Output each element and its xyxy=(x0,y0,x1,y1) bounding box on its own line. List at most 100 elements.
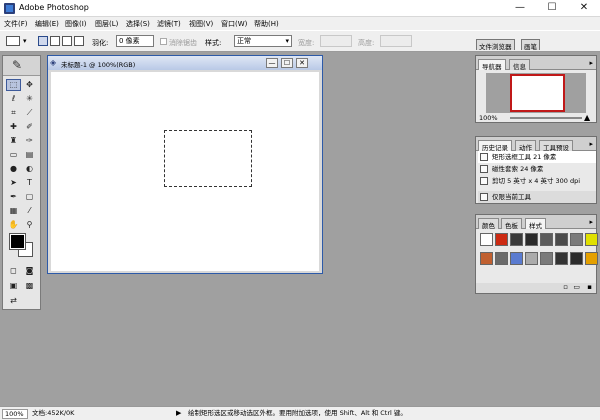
doc-close-button[interactable]: ✕ xyxy=(296,58,308,68)
tab-actions[interactable]: 动作 xyxy=(515,140,536,152)
doc-maximize-button[interactable]: ☐ xyxy=(281,58,293,68)
dodge-tool-icon[interactable]: ◐ xyxy=(22,163,37,175)
tab-color[interactable]: 颜色 xyxy=(478,218,499,230)
style-swatch[interactable] xyxy=(495,252,508,265)
trash-icon[interactable]: ▪ xyxy=(587,283,592,291)
crop-tool-icon[interactable]: ⌗ xyxy=(6,107,21,119)
option-label: 仅限当前工具 xyxy=(492,193,531,201)
tab-info[interactable]: 信息 xyxy=(509,59,530,71)
lasso-tool-icon[interactable]: ℓ xyxy=(6,93,21,105)
list-item[interactable]: 矩形选框工具 21 像素 xyxy=(478,151,596,163)
navigator-zoom[interactable]: 100% xyxy=(479,114,498,122)
tab-swatches[interactable]: 色板 xyxy=(501,218,522,230)
history-brush-icon[interactable]: ✑ xyxy=(22,135,37,147)
new-selection-icon[interactable] xyxy=(38,36,48,46)
tab-tool-presets[interactable]: 工具预设 xyxy=(539,140,573,152)
zoom-tool-icon[interactable]: ⚲ xyxy=(22,219,37,231)
slice-tool-icon[interactable]: ⟋ xyxy=(22,107,37,119)
move-tool-icon[interactable]: ✥ xyxy=(22,79,37,91)
style-swatch[interactable] xyxy=(555,252,568,265)
current-tool-only-option[interactable]: 仅限当前工具 xyxy=(478,191,596,203)
standard-mode-icon[interactable]: ◻ xyxy=(6,265,21,277)
fullscreen-mode-icon[interactable]: ▩ xyxy=(22,280,37,292)
doc-minimize-button[interactable]: — xyxy=(266,58,278,68)
style-swatch[interactable] xyxy=(585,252,598,265)
status-zoom[interactable]: 100% xyxy=(2,409,28,419)
style-swatch[interactable] xyxy=(480,252,493,265)
gradient-tool-icon[interactable]: ▤ xyxy=(22,149,37,161)
eraser-tool-icon[interactable]: ▭ xyxy=(6,149,21,161)
tab-brushes[interactable]: 画笔 xyxy=(521,39,540,51)
style-swatch[interactable] xyxy=(540,233,553,246)
style-swatch[interactable] xyxy=(525,233,538,246)
subtract-selection-icon[interactable] xyxy=(62,36,72,46)
add-selection-icon[interactable] xyxy=(50,36,60,46)
chevron-down-icon[interactable]: ▾ xyxy=(23,37,27,45)
marquee-preset-icon[interactable] xyxy=(6,36,20,46)
feather-input[interactable]: 0 像素 xyxy=(116,35,154,47)
palette-menu-icon[interactable]: ▸ xyxy=(589,218,593,226)
style-swatch[interactable] xyxy=(495,233,508,246)
list-item[interactable]: 磁性套索 24 像素 xyxy=(478,163,596,175)
eyedropper-icon[interactable]: ⁄ xyxy=(22,205,37,217)
style-swatch[interactable] xyxy=(525,252,538,265)
jump-to-imageready-icon[interactable]: ⇄ xyxy=(6,295,21,307)
new-item-icon[interactable]: ▭ xyxy=(573,283,580,291)
style-swatch[interactable] xyxy=(540,252,553,265)
style-swatch[interactable] xyxy=(555,233,568,246)
tab-history[interactable]: 历史记录 xyxy=(478,140,512,152)
menu-filter[interactable]: 滤镜(T) xyxy=(157,19,181,29)
image-canvas[interactable] xyxy=(51,72,319,271)
style-select[interactable]: 正常 ▾ xyxy=(234,35,292,47)
menu-help[interactable]: 帮助(H) xyxy=(254,19,279,29)
close-button[interactable]: ✕ xyxy=(569,0,599,17)
style-swatch[interactable] xyxy=(570,252,583,265)
type-tool-icon[interactable]: T xyxy=(22,177,37,189)
palette-menu-icon[interactable]: ▸ xyxy=(589,140,593,148)
foreground-color-swatch[interactable] xyxy=(9,233,26,250)
menu-layer[interactable]: 图层(L) xyxy=(95,19,118,29)
notes-tool-icon[interactable]: ▦ xyxy=(6,205,21,217)
tab-navigator[interactable]: 导航器 xyxy=(478,59,506,71)
screen-mode-icon[interactable]: ▣ xyxy=(6,280,21,292)
brush-tool-icon[interactable]: ✐ xyxy=(22,121,37,133)
healing-brush-icon[interactable]: ✚ xyxy=(6,121,21,133)
style-swatch[interactable] xyxy=(510,252,523,265)
marquee-tool-icon[interactable]: ⬚ xyxy=(6,79,21,91)
pen-tool-icon[interactable]: ✒ xyxy=(6,191,21,203)
tab-file-browser[interactable]: 文件浏览器 xyxy=(476,39,515,51)
minimize-button[interactable]: — xyxy=(505,0,535,17)
path-select-icon[interactable]: ➤ xyxy=(6,177,21,189)
menu-edit[interactable]: 编辑(E) xyxy=(35,19,59,29)
status-menu-arrow-icon[interactable]: ▶ xyxy=(176,409,181,417)
tab-styles[interactable]: 样式 xyxy=(525,218,546,230)
style-swatch[interactable] xyxy=(510,233,523,246)
height-input[interactable] xyxy=(380,35,412,47)
navigator-view-box[interactable] xyxy=(510,74,565,112)
magic-wand-icon[interactable]: ✳ xyxy=(22,93,37,105)
stamp-tool-icon[interactable]: ♜ xyxy=(6,135,21,147)
list-item[interactable]: 剪切 5 英寸 x 4 英寸 300 dpi xyxy=(478,175,596,187)
zoom-in-icon[interactable]: ▲ xyxy=(584,113,590,122)
new-style-icon[interactable]: ▫ xyxy=(563,283,568,291)
maximize-button[interactable]: ☐ xyxy=(537,0,567,17)
antialias-checkbox[interactable] xyxy=(160,38,167,45)
selection-marquee[interactable] xyxy=(164,130,252,187)
style-swatch[interactable] xyxy=(585,233,598,246)
navigator-zoom-slider[interactable] xyxy=(510,117,582,119)
menu-image[interactable]: 图像(I) xyxy=(65,19,87,29)
intersect-selection-icon[interactable] xyxy=(74,36,84,46)
quick-mask-icon[interactable]: ◙ xyxy=(22,265,37,277)
palette-menu-icon[interactable]: ▸ xyxy=(589,59,593,67)
style-swatch[interactable] xyxy=(480,233,493,246)
menu-file[interactable]: 文件(F) xyxy=(4,19,28,29)
style-swatch[interactable] xyxy=(570,233,583,246)
menu-select[interactable]: 选择(S) xyxy=(126,19,150,29)
hand-tool-icon[interactable]: ✋ xyxy=(6,219,21,231)
blur-tool-icon[interactable]: ● xyxy=(6,163,21,175)
menu-window[interactable]: 窗口(W) xyxy=(221,19,247,29)
document-titlebar[interactable]: ◈ 未标题-1 @ 100%(RGB) — ☐ ✕ xyxy=(48,56,322,70)
width-input[interactable] xyxy=(320,35,352,47)
shape-tool-icon[interactable]: ▢ xyxy=(22,191,37,203)
menu-view[interactable]: 视图(V) xyxy=(189,19,213,29)
